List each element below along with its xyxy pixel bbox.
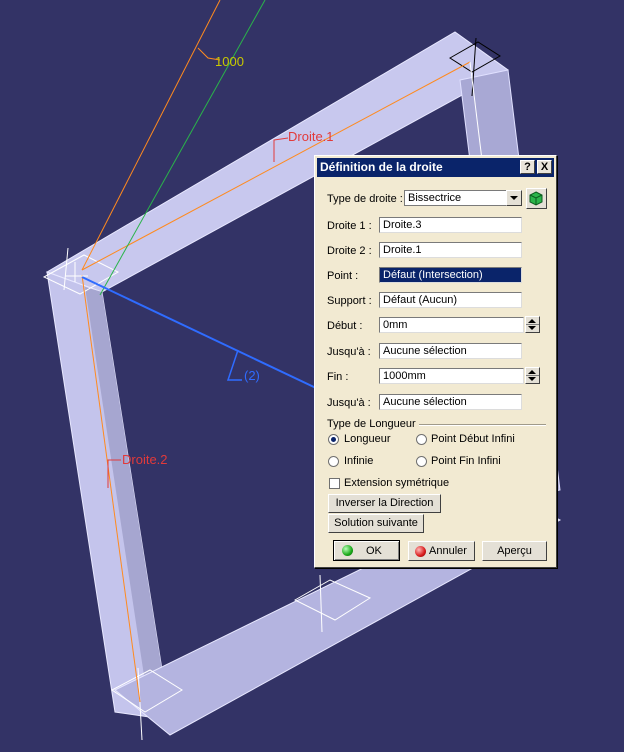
up-to-end-label: Jusqu'à : — [327, 397, 371, 409]
arrow-up-icon — [528, 319, 536, 323]
line-type-select[interactable]: Bissectrice — [404, 190, 522, 206]
line-type-options-button[interactable] — [526, 188, 547, 209]
point-field-label: Point : — [327, 270, 359, 282]
close-icon: X — [540, 161, 549, 173]
ok-icon — [342, 545, 353, 556]
up-to-start-input[interactable]: Aucune sélection — [379, 343, 522, 359]
symmetric-extension-checkbox[interactable] — [329, 478, 340, 489]
preview-button[interactable]: Aperçu — [482, 541, 547, 561]
arrow-down-icon — [528, 377, 536, 381]
spinner-divider — [526, 375, 539, 376]
arrow-up-icon — [528, 370, 536, 374]
point-input[interactable]: Défaut (Intersection) — [379, 267, 522, 283]
line-type-dropdown-button[interactable] — [506, 190, 522, 206]
dialog-title: Définition de la droite — [320, 160, 443, 174]
group-divider — [419, 424, 546, 426]
ok-button[interactable]: OK — [333, 540, 400, 561]
radio-infinite[interactable] — [328, 456, 339, 467]
droite1-input[interactable]: Droite.3 — [379, 217, 522, 233]
end-field-label: Fin : — [327, 371, 349, 383]
start-input[interactable]: 0mm — [379, 317, 524, 333]
radio-length[interactable] — [328, 434, 339, 445]
ok-label: OK — [366, 545, 382, 557]
next-solution-button[interactable]: Solution suivante — [328, 514, 424, 533]
reverse-direction-button[interactable]: Inverser la Direction — [328, 494, 441, 513]
droite2-input[interactable]: Droite.1 — [379, 242, 522, 258]
length-type-group-label: Type de Longueur — [327, 418, 416, 430]
spinner-divider — [526, 324, 539, 325]
arrow-down-icon — [528, 326, 536, 330]
start-spinner[interactable] — [525, 316, 540, 333]
droite1-label[interactable]: Droite.1 — [288, 129, 334, 144]
close-button[interactable]: X — [537, 160, 552, 174]
angle-label[interactable]: (2) — [244, 368, 260, 383]
droite1-field-label: Droite 1 : — [327, 220, 372, 232]
droite2-field-label: Droite 2 : — [327, 245, 372, 257]
radio-length-label[interactable]: Longueur — [344, 433, 391, 445]
radio-infinite-start-label[interactable]: Point Début Infini — [431, 433, 515, 445]
end-spinner[interactable] — [525, 367, 540, 384]
droite2-label[interactable]: Droite.2 — [122, 452, 168, 467]
radio-infinite-end[interactable] — [416, 456, 427, 467]
support-input[interactable]: Défaut (Aucun) — [379, 292, 522, 308]
line-type-value: Bissectrice — [408, 192, 462, 204]
up-to-start-label: Jusqu'à : — [327, 346, 371, 358]
up-to-end-input[interactable]: Aucune sélection — [379, 394, 522, 410]
cube-icon — [529, 191, 543, 206]
help-icon: ? — [524, 161, 531, 173]
line-definition-dialog: Définition de la droite ? X Type de droi… — [314, 155, 557, 568]
start-field-label: Début : — [327, 320, 363, 332]
end-input[interactable]: 1000mm — [379, 368, 524, 384]
dimension-1000-label[interactable]: 1000 — [215, 54, 244, 69]
cancel-icon — [415, 546, 426, 557]
cancel-button[interactable]: Annuler — [408, 541, 475, 561]
support-field-label: Support : — [327, 295, 372, 307]
radio-infinite-label[interactable]: Infinie — [344, 455, 373, 467]
radio-infinite-start[interactable] — [416, 434, 427, 445]
line-type-label: Type de droite : — [327, 193, 403, 205]
dialog-titlebar[interactable]: Définition de la droite ? X — [317, 158, 554, 177]
radio-infinite-end-label[interactable]: Point Fin Infini — [431, 455, 501, 467]
cancel-label: Annuler — [429, 545, 467, 557]
symmetric-extension-label[interactable]: Extension symétrique — [344, 477, 449, 489]
help-button[interactable]: ? — [520, 160, 535, 174]
chevron-down-icon — [510, 196, 518, 200]
